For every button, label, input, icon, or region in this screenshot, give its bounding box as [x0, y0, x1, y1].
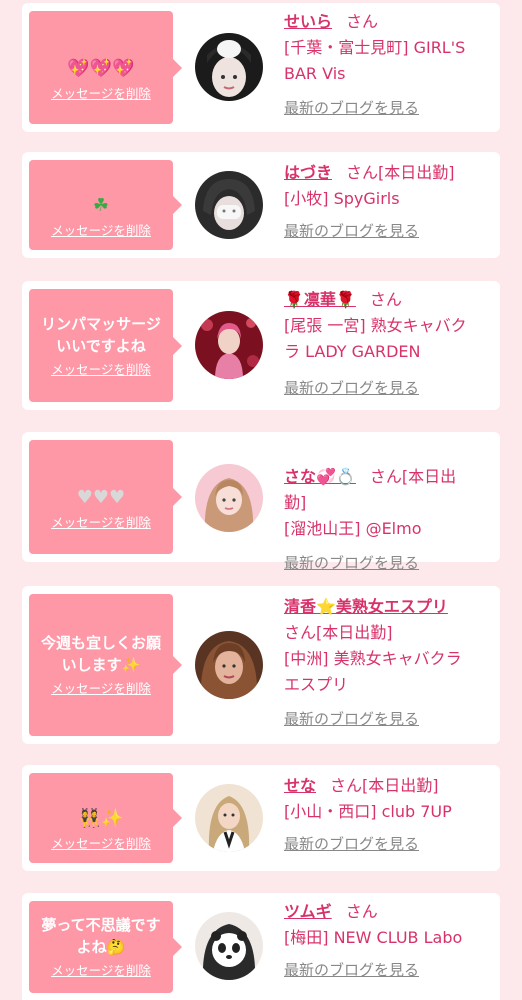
list-item: ☘ メッセージを削除 はづき さん[本日出勤] [小牧] SpyGirls 最新の…	[22, 152, 500, 258]
avatar[interactable]	[195, 784, 263, 852]
avatar[interactable]	[195, 171, 263, 239]
name-line: さな💞💍 さん[本日出 勤]	[284, 438, 484, 516]
delete-message-button[interactable]: メッセージを削除	[51, 514, 151, 532]
name-line-2: さん[本日出勤]	[284, 620, 494, 646]
message-bubble: 夢って不思議です よね🤔 メッセージを削除	[29, 901, 182, 993]
message-list: 💖💖💖 メッセージを削除 せいら さん [千葉・富士見町] GIRL'S BAR …	[0, 0, 522, 1000]
delete-message-button[interactable]: メッセージを削除	[51, 361, 151, 379]
shop-info: [梅田] NEW CLUB Labo	[284, 928, 463, 947]
shop-info: [尾張 一宮] 熟女キャバク ラ LADY GARDEN	[284, 316, 467, 361]
name-line: はづき さん[本日出勤]	[284, 160, 484, 186]
delete-message-button[interactable]: メッセージを削除	[51, 962, 151, 980]
name-line: ツムギ さん	[284, 899, 484, 925]
cast-info: 清香⭐美熟女エスプリ さん[本日出勤] [中洲] 美熟女キャバクラ エスプリ 最…	[284, 594, 494, 730]
cast-info: 🌹凛華🌹 さん [尾張 一宮] 熟女キャバク ラ LADY GARDEN 最新のブ…	[284, 287, 484, 399]
list-item: ♥♥♥ メッセージを削除 さな💞💍 さん[本日出 勤] [溜池山王] @Elmo …	[22, 432, 500, 572]
delete-message-button[interactable]: メッセージを削除	[51, 680, 151, 698]
cast-name-link[interactable]: せいら	[284, 12, 332, 31]
avatar[interactable]	[195, 631, 263, 699]
cast-name-link[interactable]: はづき	[284, 163, 332, 182]
list-item: リンパマッサージ いいですよね メッセージを削除 🌹凛華🌹 さん [尾張 一宮] …	[22, 281, 500, 410]
message-text: 今週も宜しくお願 いします✨	[40, 634, 161, 674]
honorific: さん	[346, 12, 379, 31]
latest-blog-link[interactable]: 最新のブログを見る	[284, 552, 419, 574]
list-item: 夢って不思議です よね🤔 メッセージを削除 ツムギ さん [梅田] NEW CLU…	[22, 893, 500, 1000]
name-line: せいら さん	[284, 9, 484, 35]
cast-name-link[interactable]: 清香⭐美熟女エスプリ	[284, 597, 448, 616]
cast-info: ツムギ さん [梅田] NEW CLUB Labo 最新のブログを見る	[284, 899, 484, 981]
message-bubble: 今週も宜しくお願 いします✨ メッセージを削除	[29, 594, 182, 736]
shop-info: [小牧] SpyGirls	[284, 189, 400, 208]
list-item: 👯✨ メッセージを削除 せな さん[本日出勤] [小山・西口] club 7UP …	[22, 765, 500, 871]
message-bubble: ♥♥♥ メッセージを削除	[29, 440, 182, 554]
honorific: さん	[346, 163, 379, 182]
honorific: さん	[330, 776, 363, 795]
delete-message-button[interactable]: メッセージを削除	[51, 835, 151, 853]
shop-info: [小山・西口] club 7UP	[284, 802, 452, 821]
honorific: さん	[284, 623, 317, 642]
honorific: さん	[345, 902, 378, 921]
latest-blog-link[interactable]: 最新のブログを見る	[284, 959, 419, 981]
avatar[interactable]	[195, 33, 263, 101]
avatar[interactable]	[195, 912, 263, 980]
message-text: リンパマッサージ いいですよね	[41, 314, 161, 355]
honorific: さん	[369, 290, 402, 309]
message-bubble: リンパマッサージ いいですよね メッセージを削除	[29, 289, 182, 402]
attendance-status: [本日出勤]	[378, 163, 455, 182]
list-item: 今週も宜しくお願 いします✨ メッセージを削除 清香⭐美熟女エスプリ さん[本日…	[22, 586, 500, 744]
message-bubble: 👯✨ メッセージを削除	[29, 773, 182, 863]
latest-blog-link[interactable]: 最新のブログを見る	[284, 377, 419, 399]
dancers-sparkles-icon: 👯✨	[78, 808, 124, 829]
white-heart-icon: ♥♥♥	[76, 487, 126, 508]
sparkling-heart-icon: 💖💖💖	[67, 57, 135, 79]
shop-info: [千葉・富士見町] GIRL'S BAR Vis	[284, 38, 466, 83]
cast-info: せな さん[本日出勤] [小山・西口] club 7UP 最新のブログを見る	[284, 773, 484, 855]
cast-info: せいら さん [千葉・富士見町] GIRL'S BAR Vis 最新のブログを見る	[284, 9, 484, 119]
attendance-status: [本日出勤]	[362, 776, 439, 795]
cast-name-link[interactable]: 🌹凛華🌹	[284, 290, 356, 309]
latest-blog-link[interactable]: 最新のブログを見る	[284, 220, 419, 242]
shop-info: [溜池山王] @Elmo	[284, 519, 422, 538]
latest-blog-link[interactable]: 最新のブログを見る	[284, 97, 419, 119]
shop-info: [中洲] 美熟女キャバクラ エスプリ	[284, 649, 462, 694]
avatar[interactable]	[195, 311, 263, 379]
delete-message-button[interactable]: メッセージを削除	[51, 85, 151, 103]
avatar[interactable]	[195, 464, 263, 532]
honorific: さん	[369, 467, 402, 486]
name-line: 清香⭐美熟女エスプリ	[284, 594, 494, 620]
clover-icon: ☘	[92, 195, 110, 216]
attendance-status: [本日出勤]	[316, 623, 393, 642]
cast-name-link[interactable]: せな	[284, 776, 316, 795]
list-item: 💖💖💖 メッセージを削除 せいら さん [千葉・富士見町] GIRL'S BAR …	[22, 3, 500, 132]
message-bubble: 💖💖💖 メッセージを削除	[29, 11, 182, 124]
name-line: 🌹凛華🌹 さん	[284, 287, 484, 313]
latest-blog-link[interactable]: 最新のブログを見る	[284, 708, 419, 730]
cast-info: さな💞💍 さん[本日出 勤] [溜池山王] @Elmo 最新のブログを見る	[284, 438, 484, 574]
name-line: せな さん[本日出勤]	[284, 773, 484, 799]
latest-blog-link[interactable]: 最新のブログを見る	[284, 833, 419, 855]
message-text: 夢って不思議です よね🤔	[41, 916, 161, 956]
cast-info: はづき さん[本日出勤] [小牧] SpyGirls 最新のブログを見る	[284, 160, 484, 242]
cast-name-link[interactable]: ツムギ	[284, 902, 332, 921]
cast-name-link[interactable]: さな💞💍	[284, 467, 356, 486]
delete-message-button[interactable]: メッセージを削除	[51, 222, 151, 240]
message-bubble: ☘ メッセージを削除	[29, 160, 182, 250]
